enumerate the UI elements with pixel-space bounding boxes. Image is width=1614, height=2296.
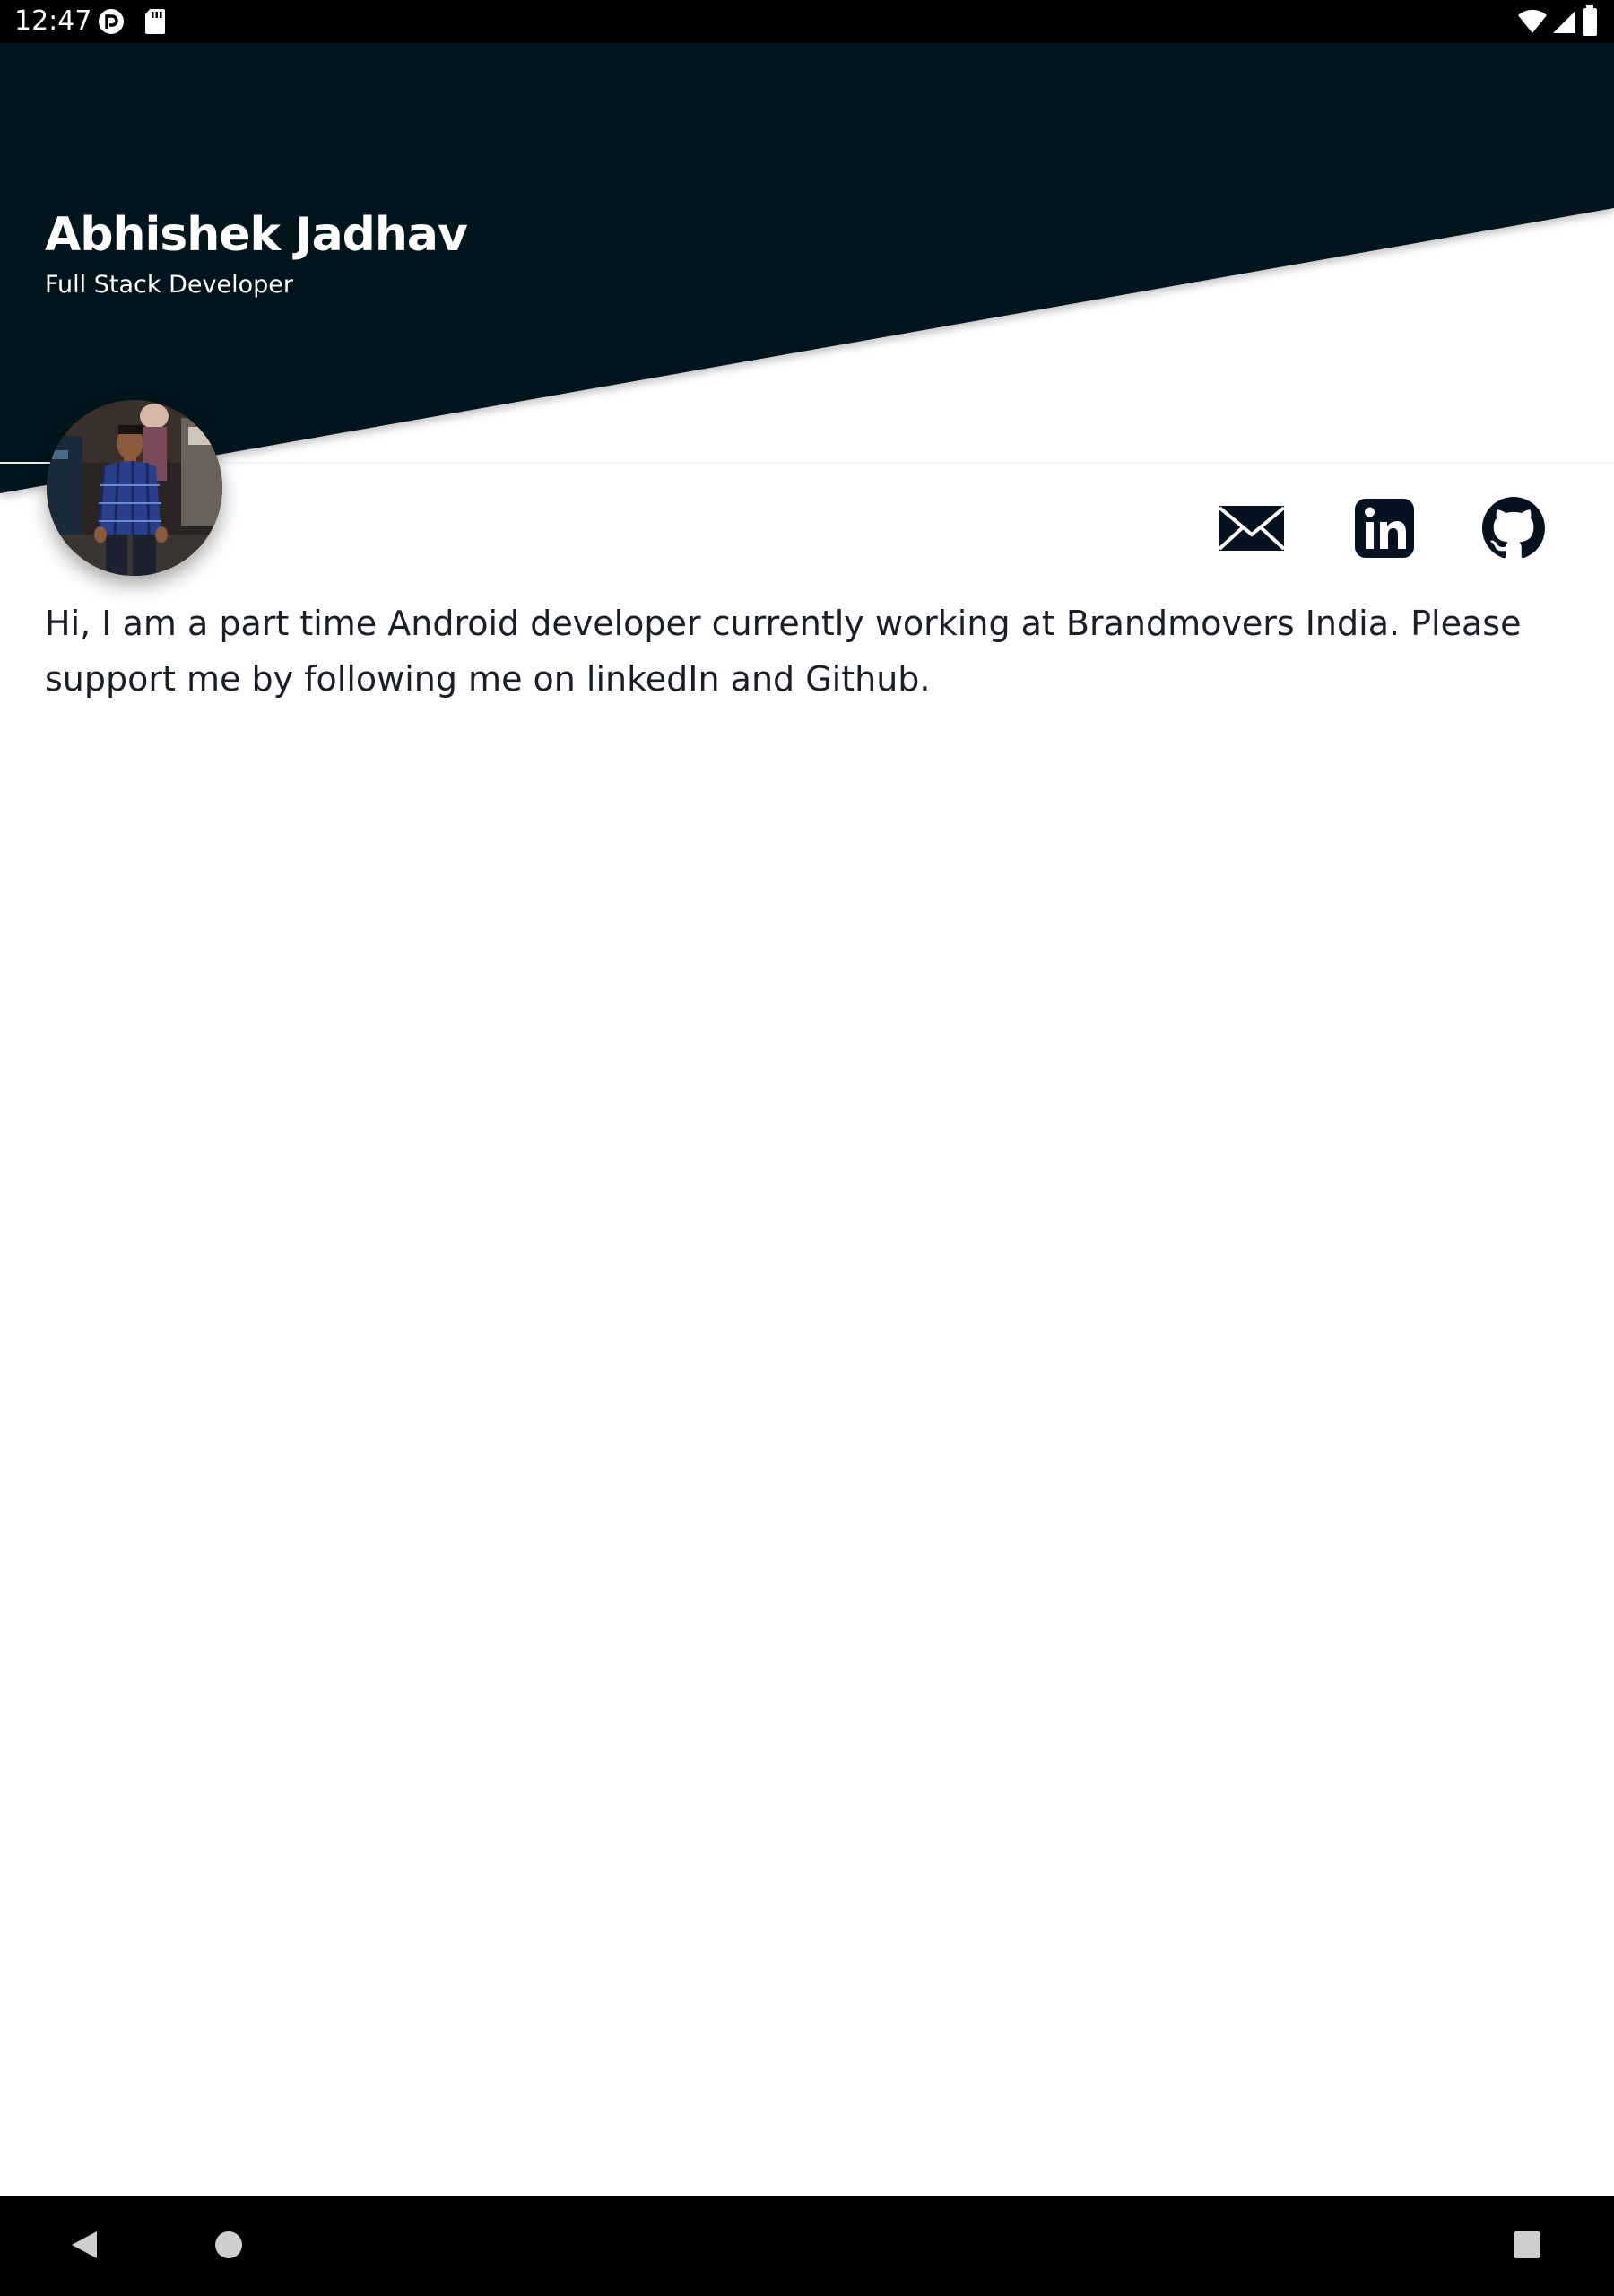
header-divider: [0, 462, 1614, 464]
app-screen: 12:47 Abhishek Jadhav Full Stack Develop…: [0, 0, 1614, 2296]
navigation-bar: [0, 2196, 1614, 2296]
profile-photo: [47, 400, 222, 576]
pocket-casts-icon: [97, 7, 126, 39]
github-button[interactable]: [1478, 497, 1549, 560]
github-icon: [1482, 497, 1545, 559]
status-time: 12:47: [14, 5, 92, 37]
email-button[interactable]: [1216, 497, 1288, 560]
profile-role: Full Stack Developer: [45, 271, 293, 299]
mail-icon: [1218, 506, 1286, 551]
status-bar: 12:47: [0, 0, 1614, 43]
recents-icon[interactable]: [1514, 2231, 1540, 2262]
linkedin-icon: [1355, 499, 1414, 558]
linkedin-button[interactable]: [1349, 497, 1420, 560]
cell-signal-icon: [1551, 9, 1576, 38]
battery-icon: [1582, 5, 1598, 39]
profile-name: Abhishek Jadhav: [45, 208, 468, 262]
wifi-icon: [1517, 9, 1548, 38]
avatar: [47, 400, 222, 576]
back-icon[interactable]: [70, 2230, 99, 2264]
profile-header: Abhishek Jadhav Full Stack Developer: [0, 43, 1614, 576]
home-icon[interactable]: [214, 2231, 243, 2263]
bio-text: Hi, I am a part time Android developer c…: [45, 604, 1522, 699]
sd-card-icon: [143, 7, 167, 39]
